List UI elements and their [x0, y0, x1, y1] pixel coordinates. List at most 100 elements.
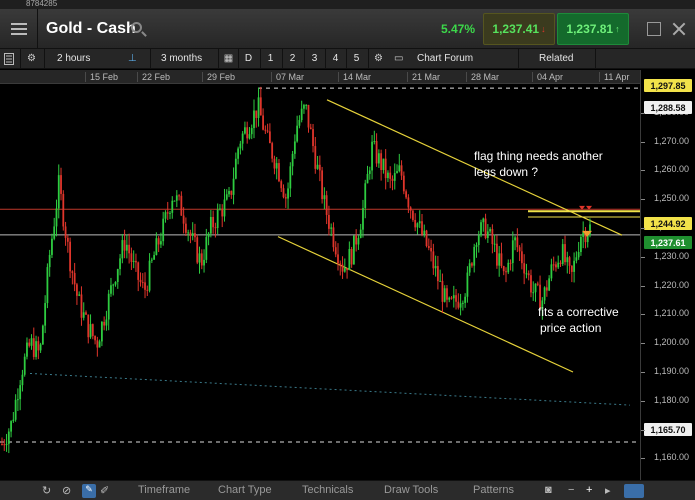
bottom-timeframe[interactable]: Timeframe — [138, 484, 190, 496]
bottom-patterns[interactable]: Patterns — [473, 484, 514, 496]
candle-body — [28, 342, 31, 346]
candle-body — [173, 200, 176, 202]
candle-body — [280, 181, 283, 189]
menu-icon[interactable] — [0, 9, 38, 49]
candle-body — [418, 221, 421, 224]
candle-body — [298, 120, 301, 126]
draw-tool-4[interactable]: 4 — [325, 49, 345, 69]
close-icon[interactable] — [672, 22, 686, 36]
draw-tool-d[interactable]: D — [238, 49, 258, 69]
popout-icon[interactable] — [647, 22, 661, 36]
chart-forum-button[interactable]: Chart Forum — [417, 49, 487, 69]
calendar-icon[interactable]: ▦ — [218, 49, 238, 69]
candle-body — [489, 229, 492, 232]
candle-body — [550, 264, 553, 279]
price-chart[interactable]: flag thing needs another legs down ? fit… — [0, 84, 640, 480]
candle-body — [414, 219, 417, 228]
candle-body — [516, 237, 519, 248]
bottom-draw-tools[interactable]: Draw Tools — [384, 484, 438, 496]
candle-body — [316, 164, 319, 169]
price-axis-tick — [641, 199, 645, 201]
candle-body — [502, 266, 505, 272]
candle-body — [500, 253, 503, 267]
brush-icon[interactable]: ✐ — [100, 484, 114, 498]
candle-body — [325, 195, 328, 215]
related-button[interactable]: Related — [518, 49, 596, 69]
candle-body — [3, 444, 6, 446]
candle-body — [82, 312, 85, 318]
candle-body — [39, 344, 42, 351]
bottom-chart-type[interactable]: Chart Type — [218, 484, 272, 496]
candle-body — [530, 275, 532, 293]
candle-body — [346, 268, 348, 271]
top-level-label: 1,297.85 — [644, 79, 692, 92]
candle-body — [296, 125, 299, 142]
time-axis-label: 04 Apr — [537, 72, 564, 82]
candle-body — [198, 253, 201, 263]
refresh-icon[interactable]: ↻ — [42, 484, 56, 498]
candle-body — [94, 335, 96, 341]
sell-price-button[interactable]: 1,237.41 ↓ — [483, 13, 555, 45]
candle-body — [359, 229, 362, 238]
candle-body — [405, 191, 408, 198]
candle-body — [268, 131, 271, 144]
resistance-label: 1,244.92 — [644, 217, 692, 230]
cancel-icon[interactable]: ⊘ — [62, 484, 76, 498]
candle-body — [348, 249, 351, 271]
draw-tool-5[interactable]: 5 — [346, 49, 366, 69]
candle-body — [466, 272, 469, 297]
candle-body — [473, 246, 476, 266]
draw-tool-2[interactable]: 2 — [282, 49, 302, 69]
camera-icon[interactable]: ◙ — [545, 484, 557, 498]
candle-body — [219, 208, 221, 210]
candle-body — [144, 282, 146, 290]
candle-body — [232, 178, 235, 195]
candle-body — [493, 243, 496, 245]
candle-body — [341, 264, 344, 272]
drawer-icon[interactable] — [4, 49, 16, 69]
candle-body — [255, 110, 258, 118]
candle-body — [191, 233, 194, 236]
time-axis-label: 07 Mar — [276, 72, 305, 82]
zoom-out-icon[interactable]: − — [568, 484, 580, 498]
candle-body — [225, 194, 228, 200]
candle-body — [37, 341, 40, 351]
candle-body — [391, 178, 394, 181]
candle-body — [85, 312, 87, 315]
gear-icon[interactable]: ⚙ — [368, 49, 388, 69]
fullscreen-icon[interactable] — [624, 484, 644, 498]
sell-price: 1,237.41 — [492, 22, 540, 36]
price-axis-tick — [641, 372, 645, 373]
pencil-icon[interactable]: ✎ — [82, 484, 96, 498]
range-selector[interactable]: 3 months — [150, 49, 218, 69]
pin-icon[interactable]: ⊥ — [128, 49, 138, 69]
bottom-technicals[interactable]: Technicals — [302, 484, 353, 496]
settings-icon[interactable]: ⚙ — [20, 49, 42, 69]
candle-body — [182, 215, 185, 224]
zoom-in-icon[interactable]: + — [586, 484, 598, 498]
chat-icon[interactable]: ▭ — [394, 49, 408, 69]
timeframe-selector[interactable]: 2 hours — [44, 49, 128, 69]
candle-body — [230, 190, 233, 195]
candle-body — [216, 209, 219, 228]
candle-body — [450, 297, 453, 299]
candle-body — [73, 273, 76, 285]
candle-body — [446, 288, 448, 300]
buy-price-button[interactable]: 1,237.81 ↑ — [557, 13, 629, 45]
candle-body — [339, 263, 342, 265]
draw-tool-3[interactable]: 3 — [304, 49, 324, 69]
candle-body — [561, 244, 564, 264]
candle-body — [114, 281, 117, 285]
candle-body — [480, 222, 482, 236]
candle-body — [5, 444, 8, 446]
draw-tool-1[interactable]: 1 — [260, 49, 280, 69]
scroll-right-icon[interactable]: ▸ — [605, 484, 617, 498]
candle-body — [241, 133, 244, 144]
candle-body — [264, 129, 267, 131]
candle-body — [1, 444, 3, 445]
candle-body — [455, 295, 457, 302]
candle-body — [164, 212, 167, 219]
search-icon[interactable] — [131, 22, 142, 33]
candle-body — [287, 188, 289, 199]
candle-body — [87, 314, 90, 338]
